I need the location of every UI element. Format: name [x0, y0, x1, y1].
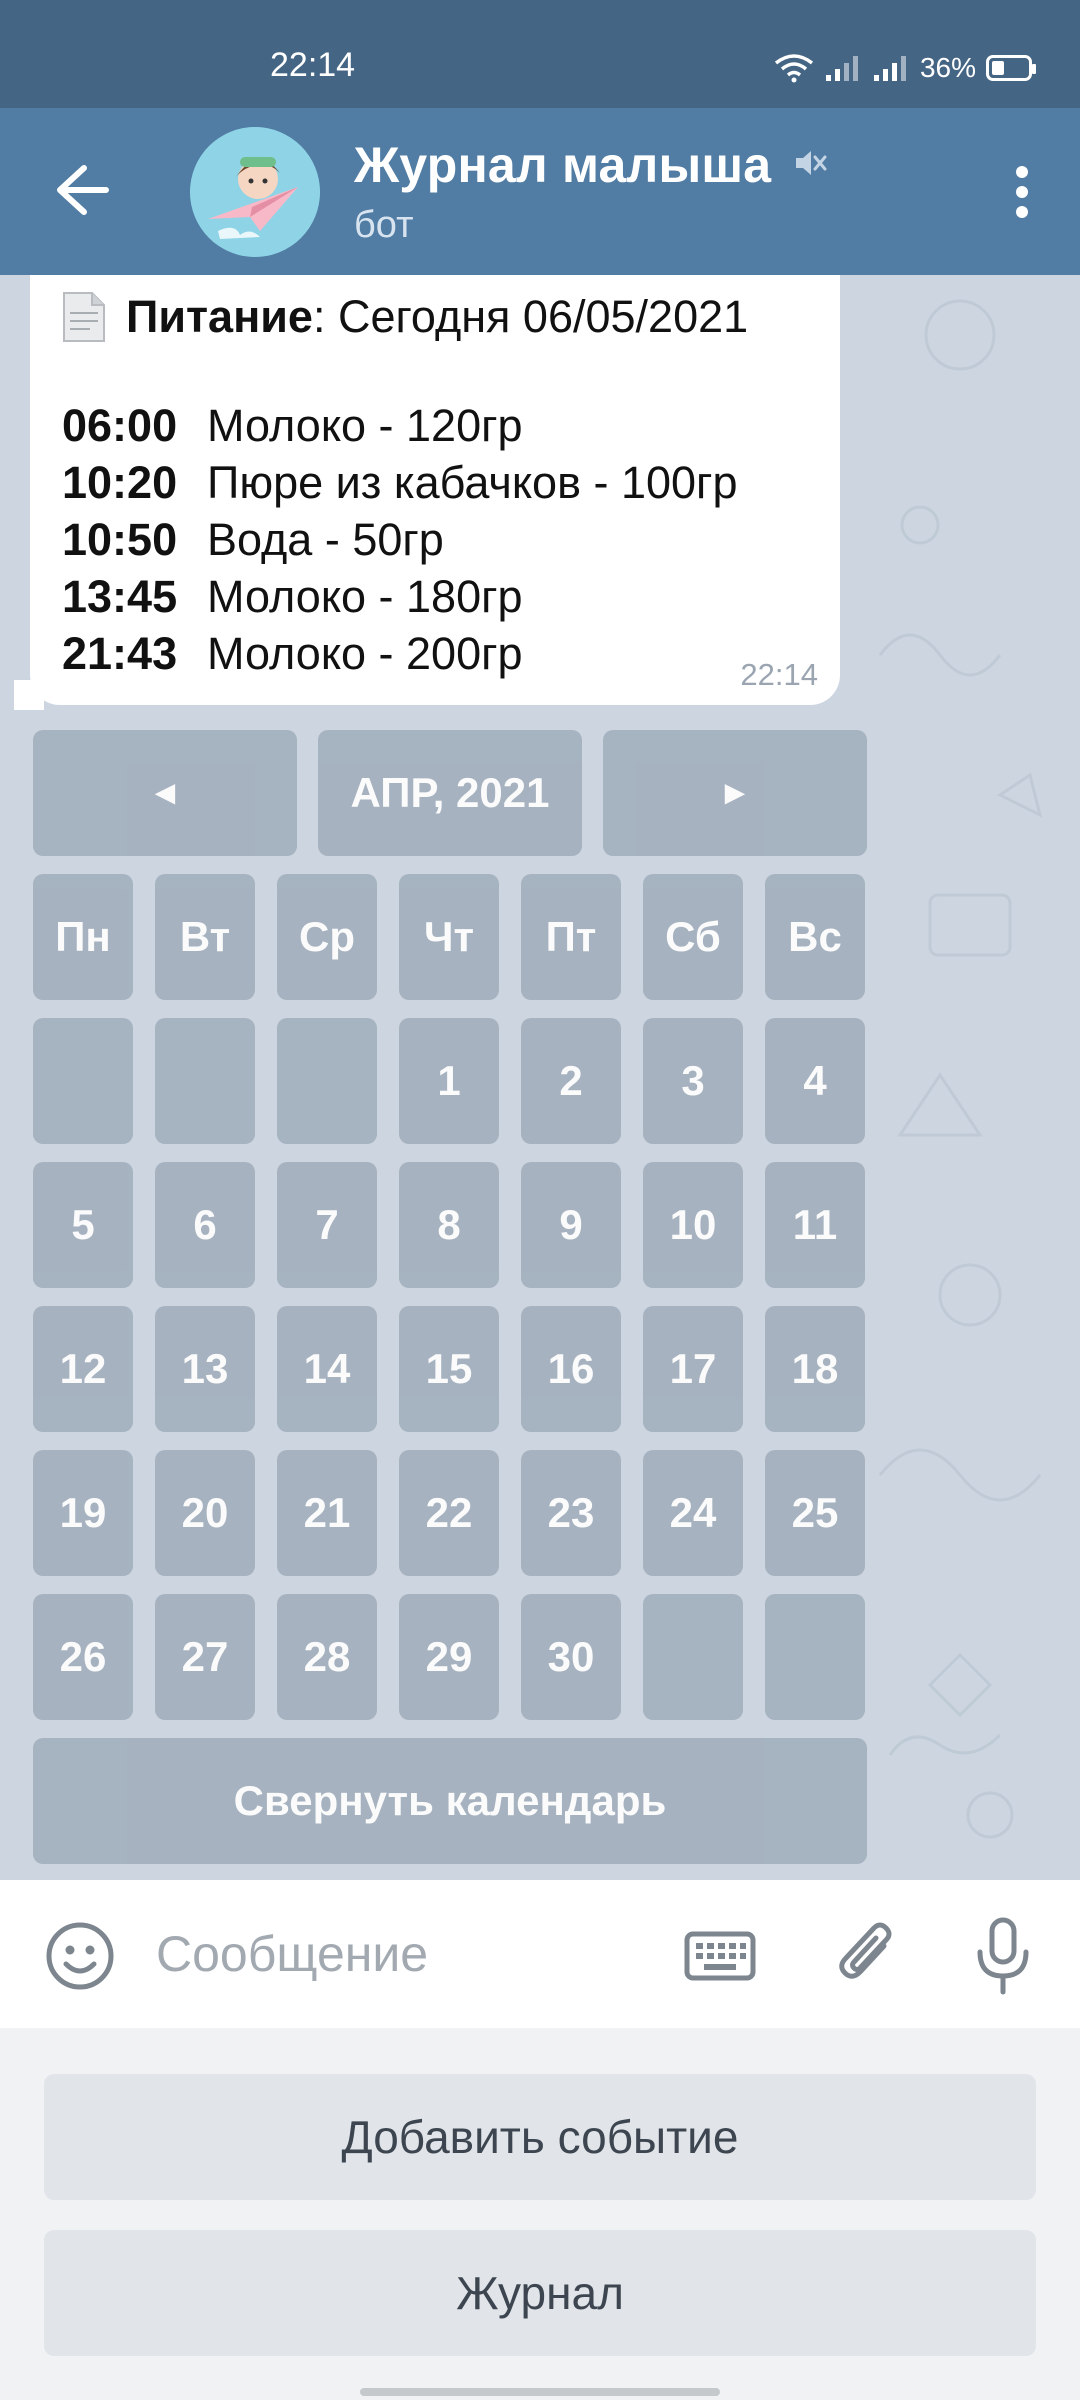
calendar-day[interactable]: 2: [521, 1018, 621, 1144]
chat-area: Питание: Сегодня 06/05/2021 06:00 Молоко …: [0, 275, 1080, 1880]
message-entries: 06:00 Молоко - 120гр 10:20 Пюре из кабачко…: [62, 397, 840, 682]
calendar-prev-button[interactable]: ◄: [33, 730, 297, 856]
entry-text: Молоко - 180гр: [207, 570, 523, 622]
calendar-day[interactable]: 9: [521, 1162, 621, 1288]
calendar-next-button[interactable]: ►: [603, 730, 867, 856]
back-arrow-icon[interactable]: [48, 160, 114, 220]
bot-avatar[interactable]: [190, 127, 320, 257]
calendar-day[interactable]: 18: [765, 1306, 865, 1432]
calendar-day[interactable]: 16: [521, 1306, 621, 1432]
calendar-day[interactable]: 19: [33, 1450, 133, 1576]
signal-icon: [825, 56, 858, 81]
message-input[interactable]: [156, 1914, 656, 1994]
message-bubble[interactable]: Питание: Сегодня 06/05/2021 06:00 Молоко …: [30, 275, 840, 705]
status-time: 22:14: [270, 46, 356, 84]
chat-header: Журнал малыша бот: [0, 108, 1080, 275]
smiley-icon[interactable]: [44, 1920, 116, 1992]
calendar-day[interactable]: 23: [521, 1450, 621, 1576]
menu-dots-icon[interactable]: [994, 160, 1050, 224]
keyboard-icon[interactable]: [684, 1926, 756, 1986]
calendar-day[interactable]: 21: [277, 1450, 377, 1576]
calendar-day[interactable]: 17: [643, 1306, 743, 1432]
reply-keyboard: Добавить событие Журнал: [0, 2028, 1080, 2400]
calendar-day[interactable]: 11: [765, 1162, 865, 1288]
entry-time: 13:45: [62, 570, 178, 622]
calendar-day[interactable]: 6: [155, 1162, 255, 1288]
message-heading: Питание: Сегодня 06/05/2021: [62, 287, 840, 347]
calendar-day[interactable]: 22: [399, 1450, 499, 1576]
microphone-icon[interactable]: [968, 1916, 1038, 1996]
weekday-thu[interactable]: Чт: [399, 874, 499, 1000]
calendar-day-empty[interactable]: [765, 1594, 865, 1720]
status-icons: 36%: [774, 50, 1036, 86]
calendar-day[interactable]: 14: [277, 1306, 377, 1432]
entry-text: Пюре из кабачков - 100гр: [207, 456, 738, 508]
add-event-button[interactable]: Добавить событие: [44, 2074, 1036, 2200]
battery-percent: 36%: [919, 52, 976, 83]
calendar-day[interactable]: 28: [277, 1594, 377, 1720]
message-heading-date: : Сегодня 06/05/2021: [312, 291, 749, 342]
weekday-tue[interactable]: Вт: [155, 874, 255, 1000]
entry-row: 10:50 Вода - 50гр: [62, 511, 840, 568]
entry-time: 06:00: [62, 399, 178, 451]
chat-subtitle: бот: [354, 204, 414, 246]
document-icon: [63, 292, 105, 342]
home-indicator[interactable]: [360, 2388, 720, 2396]
entry-text: Молоко - 200гр: [207, 627, 523, 679]
calendar-day[interactable]: 12: [33, 1306, 133, 1432]
weekday-fri[interactable]: Пт: [521, 874, 621, 1000]
message-time: 22:14: [740, 657, 818, 692]
entry-time: 10:50: [62, 513, 178, 565]
entry-time: 10:20: [62, 456, 178, 508]
paperclip-icon[interactable]: [832, 1918, 902, 1992]
weekday-sat[interactable]: Сб: [643, 874, 743, 1000]
calendar-day[interactable]: 8: [399, 1162, 499, 1288]
entry-text: Молоко - 120гр: [207, 399, 523, 451]
calendar-day[interactable]: 27: [155, 1594, 255, 1720]
calendar-day-empty[interactable]: [33, 1018, 133, 1144]
wifi-icon: [774, 54, 814, 83]
weekday-mon[interactable]: Пн: [33, 874, 133, 1000]
calendar-day[interactable]: 3: [643, 1018, 743, 1144]
calendar-day[interactable]: 7: [277, 1162, 377, 1288]
calendar-day[interactable]: 4: [765, 1018, 865, 1144]
calendar-month-button[interactable]: АПР, 2021: [318, 730, 582, 856]
calendar-day[interactable]: 29: [399, 1594, 499, 1720]
calendar-day[interactable]: 13: [155, 1306, 255, 1432]
message-input-bar: [0, 1880, 1080, 2028]
entry-row: 21:43 Молоко - 200гр: [62, 625, 840, 682]
weekday-wed[interactable]: Ср: [277, 874, 377, 1000]
calendar-day-empty[interactable]: [643, 1594, 743, 1720]
entry-time: 21:43: [62, 627, 178, 679]
calendar-day[interactable]: 26: [33, 1594, 133, 1720]
calendar-day[interactable]: 1: [399, 1018, 499, 1144]
calendar-day-empty[interactable]: [277, 1018, 377, 1144]
entry-text: Вода - 50гр: [207, 513, 444, 565]
calendar-day[interactable]: 30: [521, 1594, 621, 1720]
entry-row: 06:00 Молоко - 120гр: [62, 397, 840, 454]
calendar-day[interactable]: 5: [33, 1162, 133, 1288]
muted-speaker-icon: [796, 151, 827, 175]
signal-icon-2: [873, 56, 906, 81]
calendar-day[interactable]: 10: [643, 1162, 743, 1288]
calendar-day[interactable]: 25: [765, 1450, 865, 1576]
weekday-sun[interactable]: Вс: [765, 874, 865, 1000]
battery-icon: [986, 55, 1036, 81]
calendar-day-empty[interactable]: [155, 1018, 255, 1144]
journal-button[interactable]: Журнал: [44, 2230, 1036, 2356]
collapse-calendar-button[interactable]: Свернуть календарь: [33, 1738, 867, 1864]
entry-row: 13:45 Молоко - 180гр: [62, 568, 840, 625]
calendar-day[interactable]: 20: [155, 1450, 255, 1576]
entry-row: 10:20 Пюре из кабачков - 100гр: [62, 454, 840, 511]
calendar-day[interactable]: 15: [399, 1306, 499, 1432]
status-bar: 22:14 36%: [0, 0, 1080, 108]
message-heading-bold: Питание: [126, 291, 313, 342]
calendar-day[interactable]: 24: [643, 1450, 743, 1576]
chat-title[interactable]: Журнал малыша: [354, 136, 771, 194]
